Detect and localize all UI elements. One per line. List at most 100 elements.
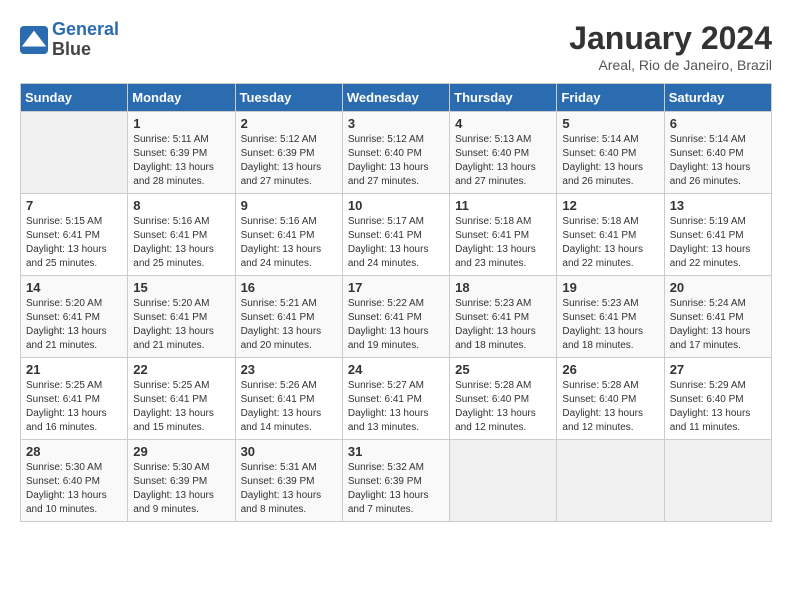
calendar-cell: 1Sunrise: 5:11 AM Sunset: 6:39 PM Daylig… xyxy=(128,112,235,194)
day-info: Sunrise: 5:18 AM Sunset: 6:41 PM Dayligh… xyxy=(562,215,658,271)
day-info: Sunrise: 5:28 AM Sunset: 6:40 PM Dayligh… xyxy=(455,379,551,435)
day-info: Sunrise: 5:32 AM Sunset: 6:39 PM Dayligh… xyxy=(348,461,444,517)
calendar-cell: 14 Sunrise: 5:20 AM Sunset: 6:41 PM Dayli… xyxy=(21,276,128,358)
calendar-cell xyxy=(557,440,664,522)
day-number: 15 xyxy=(133,280,229,295)
calendar-week-row: 28Sunrise: 5:30 AM Sunset: 6:40 PM Dayli… xyxy=(21,440,772,522)
calendar-cell: 19Sunrise: 5:23 AM Sunset: 6:41 PM Dayli… xyxy=(557,276,664,358)
day-info: Sunrise: 5:22 AM Sunset: 6:41 PM Dayligh… xyxy=(348,297,444,353)
calendar-cell: 25 Sunrise: 5:28 AM Sunset: 6:40 PM Dayli… xyxy=(450,358,557,440)
calendar-cell: 18 Sunrise: 5:23 AM Sunset: 6:41 PM Dayli… xyxy=(450,276,557,358)
day-number: 24 xyxy=(348,362,444,377)
day-info: Sunrise: 5:19 AM Sunset: 6:41 PM Dayligh… xyxy=(670,215,766,271)
calendar-cell: 15 Sunrise: 5:20 AM Sunset: 6:41 PM Dayli… xyxy=(128,276,235,358)
day-info: Sunrise: 5:12 AM Sunset: 6:40 PM Dayligh… xyxy=(348,133,444,189)
day-info: Sunrise: 5:14 AM Sunset: 6:40 PM Dayligh… xyxy=(670,133,766,189)
day-header-thursday: Thursday xyxy=(450,84,557,112)
logo-icon xyxy=(20,26,48,54)
day-header-wednesday: Wednesday xyxy=(342,84,449,112)
day-info: Sunrise: 5:21 AM Sunset: 6:41 PM Dayligh… xyxy=(241,297,337,353)
day-number: 27 xyxy=(670,362,766,377)
day-info: Sunrise: 5:30 AM Sunset: 6:39 PM Dayligh… xyxy=(133,461,229,517)
location-subtitle: Areal, Rio de Janeiro, Brazil xyxy=(569,57,772,73)
calendar-cell: 2 Sunrise: 5:12 AM Sunset: 6:39 PM Daylig… xyxy=(235,112,342,194)
day-number: 17 xyxy=(348,280,444,295)
calendar-cell: 13 Sunrise: 5:19 AM Sunset: 6:41 PM Dayli… xyxy=(664,194,771,276)
day-number: 14 xyxy=(26,280,122,295)
calendar-cell: 16 Sunrise: 5:21 AM Sunset: 6:41 PM Dayli… xyxy=(235,276,342,358)
day-number: 16 xyxy=(241,280,337,295)
calendar-cell: 7 Sunrise: 5:15 AM Sunset: 6:41 PM Daylig… xyxy=(21,194,128,276)
day-info: Sunrise: 5:15 AM Sunset: 6:41 PM Dayligh… xyxy=(26,215,122,271)
calendar-cell: 17 Sunrise: 5:22 AM Sunset: 6:41 PM Dayli… xyxy=(342,276,449,358)
day-number: 9 xyxy=(241,198,337,213)
day-number: 22 xyxy=(133,362,229,377)
day-number: 10 xyxy=(348,198,444,213)
day-info: Sunrise: 5:12 AM Sunset: 6:39 PM Dayligh… xyxy=(241,133,337,189)
day-info: Sunrise: 5:11 AM Sunset: 6:39 PM Dayligh… xyxy=(133,133,229,189)
calendar-cell xyxy=(664,440,771,522)
calendar-week-row: 7 Sunrise: 5:15 AM Sunset: 6:41 PM Daylig… xyxy=(21,194,772,276)
calendar-cell: 4 Sunrise: 5:13 AM Sunset: 6:40 PM Daylig… xyxy=(450,112,557,194)
day-info: Sunrise: 5:16 AM Sunset: 6:41 PM Dayligh… xyxy=(133,215,229,271)
logo-text: General Blue xyxy=(52,20,119,60)
day-info: Sunrise: 5:25 AM Sunset: 6:41 PM Dayligh… xyxy=(133,379,229,435)
calendar-cell: 23Sunrise: 5:26 AM Sunset: 6:41 PM Dayli… xyxy=(235,358,342,440)
month-title: January 2024 xyxy=(569,20,772,57)
calendar-cell: 10Sunrise: 5:17 AM Sunset: 6:41 PM Dayli… xyxy=(342,194,449,276)
day-number: 13 xyxy=(670,198,766,213)
calendar-cell: 21 Sunrise: 5:25 AM Sunset: 6:41 PM Dayli… xyxy=(21,358,128,440)
day-number: 4 xyxy=(455,116,551,131)
calendar-cell xyxy=(21,112,128,194)
calendar-cell: 22 Sunrise: 5:25 AM Sunset: 6:41 PM Dayli… xyxy=(128,358,235,440)
day-number: 11 xyxy=(455,198,551,213)
day-info: Sunrise: 5:24 AM Sunset: 6:41 PM Dayligh… xyxy=(670,297,766,353)
day-info: Sunrise: 5:20 AM Sunset: 6:41 PM Dayligh… xyxy=(133,297,229,353)
day-info: Sunrise: 5:27 AM Sunset: 6:41 PM Dayligh… xyxy=(348,379,444,435)
calendar-cell: 12 Sunrise: 5:18 AM Sunset: 6:41 PM Dayli… xyxy=(557,194,664,276)
calendar-cell: 27 Sunrise: 5:29 AM Sunset: 6:40 PM Dayli… xyxy=(664,358,771,440)
day-number: 31 xyxy=(348,444,444,459)
calendar-cell: 8Sunrise: 5:16 AM Sunset: 6:41 PM Daylig… xyxy=(128,194,235,276)
day-number: 25 xyxy=(455,362,551,377)
day-number: 2 xyxy=(241,116,337,131)
day-header-tuesday: Tuesday xyxy=(235,84,342,112)
logo: General Blue xyxy=(20,20,119,60)
day-info: Sunrise: 5:20 AM Sunset: 6:41 PM Dayligh… xyxy=(26,297,122,353)
day-info: Sunrise: 5:14 AM Sunset: 6:40 PM Dayligh… xyxy=(562,133,658,189)
calendar-cell: 6 Sunrise: 5:14 AM Sunset: 6:40 PM Daylig… xyxy=(664,112,771,194)
calendar-cell: 30Sunrise: 5:31 AM Sunset: 6:39 PM Dayli… xyxy=(235,440,342,522)
calendar-cell: 29 Sunrise: 5:30 AM Sunset: 6:39 PM Dayli… xyxy=(128,440,235,522)
day-info: Sunrise: 5:23 AM Sunset: 6:41 PM Dayligh… xyxy=(455,297,551,353)
day-info: Sunrise: 5:28 AM Sunset: 6:40 PM Dayligh… xyxy=(562,379,658,435)
day-header-friday: Friday xyxy=(557,84,664,112)
calendar-body: 1Sunrise: 5:11 AM Sunset: 6:39 PM Daylig… xyxy=(21,112,772,522)
day-info: Sunrise: 5:13 AM Sunset: 6:40 PM Dayligh… xyxy=(455,133,551,189)
calendar-cell: 9Sunrise: 5:16 AM Sunset: 6:41 PM Daylig… xyxy=(235,194,342,276)
day-number: 30 xyxy=(241,444,337,459)
day-number: 7 xyxy=(26,198,122,213)
title-block: January 2024 Areal, Rio de Janeiro, Braz… xyxy=(569,20,772,73)
day-info: Sunrise: 5:25 AM Sunset: 6:41 PM Dayligh… xyxy=(26,379,122,435)
calendar-cell: 24 Sunrise: 5:27 AM Sunset: 6:41 PM Dayli… xyxy=(342,358,449,440)
day-info: Sunrise: 5:29 AM Sunset: 6:40 PM Dayligh… xyxy=(670,379,766,435)
day-header-sunday: Sunday xyxy=(21,84,128,112)
day-number: 6 xyxy=(670,116,766,131)
calendar-cell: 31 Sunrise: 5:32 AM Sunset: 6:39 PM Dayli… xyxy=(342,440,449,522)
day-number: 3 xyxy=(348,116,444,131)
calendar-cell: 26Sunrise: 5:28 AM Sunset: 6:40 PM Dayli… xyxy=(557,358,664,440)
day-info: Sunrise: 5:23 AM Sunset: 6:41 PM Dayligh… xyxy=(562,297,658,353)
day-number: 21 xyxy=(26,362,122,377)
day-number: 12 xyxy=(562,198,658,213)
day-number: 29 xyxy=(133,444,229,459)
day-number: 23 xyxy=(241,362,337,377)
calendar-cell: 20 Sunrise: 5:24 AM Sunset: 6:41 PM Dayli… xyxy=(664,276,771,358)
day-info: Sunrise: 5:18 AM Sunset: 6:41 PM Dayligh… xyxy=(455,215,551,271)
page-header: General Blue January 2024 Areal, Rio de … xyxy=(20,20,772,73)
calendar-cell xyxy=(450,440,557,522)
day-header-saturday: Saturday xyxy=(664,84,771,112)
calendar-cell: 3 Sunrise: 5:12 AM Sunset: 6:40 PM Daylig… xyxy=(342,112,449,194)
calendar-week-row: 1Sunrise: 5:11 AM Sunset: 6:39 PM Daylig… xyxy=(21,112,772,194)
day-number: 18 xyxy=(455,280,551,295)
day-number: 20 xyxy=(670,280,766,295)
